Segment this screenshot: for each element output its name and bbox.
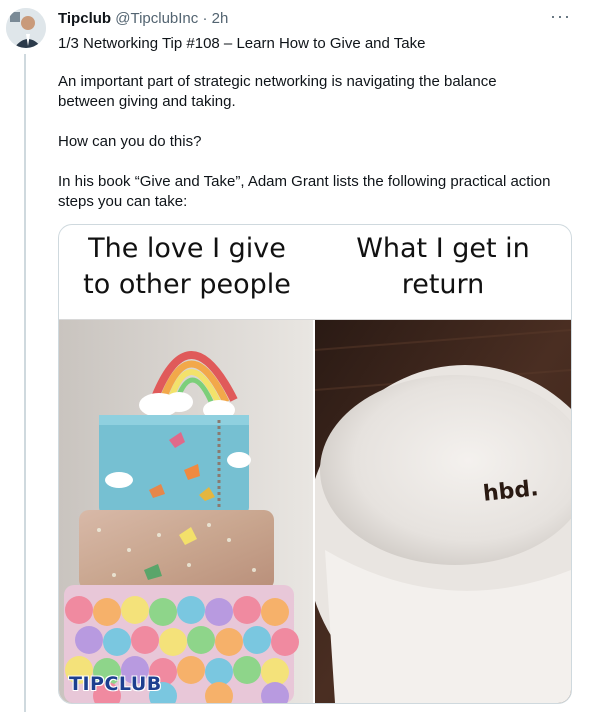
timestamp[interactable]: 2h — [212, 10, 229, 27]
right-caption: What I get in return — [315, 225, 571, 325]
author-handle[interactable]: @TipclubInc — [115, 10, 198, 27]
left-caption-line-2: to other people — [83, 269, 291, 300]
tweet-paragraph-3b: steps you can take: — [58, 193, 188, 210]
tweet-paragraph-2: How can you do this? — [58, 133, 202, 150]
author-name[interactable]: Tipclub — [58, 10, 111, 27]
tweet-line-title: 1/3 Networking Tip #108 – Learn How to G… — [58, 35, 426, 52]
tweet-paragraph-3a: In his book “Give and Take”, Adam Grant … — [58, 173, 551, 190]
more-options-icon[interactable]: ··· — [550, 6, 571, 27]
rainbow-cake-image — [59, 320, 313, 703]
tipclub-watermark: TIPCLUB — [69, 673, 162, 695]
plain-cake-image — [315, 320, 571, 703]
tweet-header: Tipclub @TipclubInc · 2h — [58, 10, 228, 27]
thread-line — [24, 54, 26, 712]
left-caption: The love I give to other people — [59, 225, 315, 325]
avatar[interactable] — [6, 8, 46, 48]
right-caption-line-2: return — [401, 269, 485, 300]
left-caption-line-1: The love I give — [88, 233, 286, 264]
separator-dot: · — [198, 10, 212, 27]
right-caption-line-1: What I get in — [356, 233, 530, 264]
tweet-paragraph-1b: between giving and taking. — [58, 93, 236, 110]
tweet-paragraph-1a: An important part of strategic networkin… — [58, 73, 497, 90]
tweet-media[interactable]: The love I give to other people What I g… — [58, 224, 572, 704]
avatar-image — [6, 8, 46, 48]
